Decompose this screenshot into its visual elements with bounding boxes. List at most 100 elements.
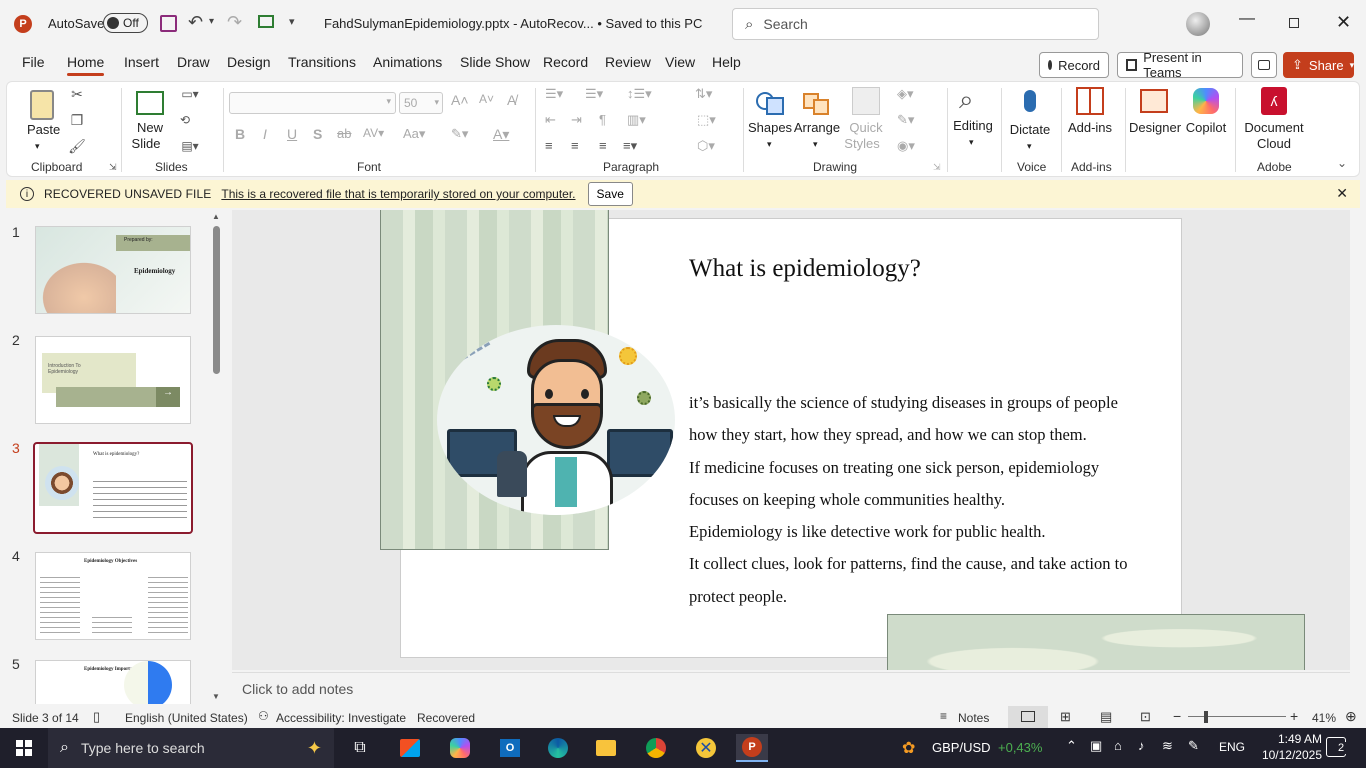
format-painter-icon[interactable]: 🖌	[68, 138, 86, 154]
app-icon[interactable]: ✕	[690, 734, 722, 762]
shapes-dropdown-icon[interactable]: ▾	[767, 136, 772, 152]
currency-pair[interactable]: GBP/USD	[932, 740, 991, 755]
scroll-down-icon[interactable]: ▼	[212, 692, 220, 701]
spelling-icon[interactable]: ▯	[93, 709, 100, 725]
tab-review[interactable]: Review	[605, 54, 651, 70]
change-case-icon[interactable]: Aa▾	[403, 126, 425, 142]
designer-label[interactable]: Designer	[1129, 120, 1181, 136]
slide-thumbnail-5[interactable]: Epidemiology Importance	[35, 660, 191, 704]
new-slide-label-2[interactable]: Slide	[129, 136, 163, 152]
file-explorer-icon[interactable]	[590, 734, 622, 762]
quick-styles-label[interactable]: Quick	[845, 120, 887, 136]
slide-title[interactable]: What is epidemiology?	[689, 255, 921, 283]
editing-label[interactable]: Editing	[951, 118, 995, 134]
volume-icon[interactable]: ♪	[1138, 738, 1145, 753]
reset-icon[interactable]: ⟲	[177, 112, 193, 128]
tab-view[interactable]: View	[665, 54, 695, 70]
increase-font-icon[interactable]: A˄	[451, 92, 469, 108]
scroll-up-icon[interactable]: ▲	[212, 212, 220, 221]
fit-slide-icon[interactable]: ⊕	[1345, 708, 1357, 725]
edge-icon[interactable]	[542, 734, 574, 762]
shape-effects-icon[interactable]: ◉▾	[897, 138, 915, 154]
wifi-icon[interactable]: ≋	[1162, 738, 1173, 754]
cut-icon[interactable]: ✂	[69, 86, 85, 102]
chrome-icon[interactable]	[640, 734, 672, 762]
restore-icon[interactable]	[1289, 18, 1299, 28]
notes-pane[interactable]: Click to add notes	[232, 672, 1350, 704]
font-color-icon[interactable]: A▾	[493, 126, 509, 143]
zoom-in-icon[interactable]: +	[1290, 708, 1298, 724]
italic-icon[interactable]: I	[263, 126, 267, 142]
font-family-select[interactable]: ▾	[229, 92, 396, 114]
decrease-font-icon[interactable]: A˅	[479, 92, 494, 106]
strikethrough-icon[interactable]: ab	[337, 126, 351, 141]
present-in-teams-button[interactable]: Present in Teams	[1117, 50, 1243, 80]
tab-help[interactable]: Help	[712, 54, 741, 70]
align-right-icon[interactable]: ≡	[599, 138, 607, 153]
dictate-label[interactable]: Dictate	[1007, 122, 1053, 138]
quick-styles-icon[interactable]	[851, 86, 881, 116]
slide-sorter-icon[interactable]: ⊞	[1060, 709, 1071, 725]
tab-home[interactable]: Home	[67, 54, 105, 76]
windows-start-icon[interactable]	[8, 734, 40, 762]
slide-thumbnail-3[interactable]: What is epidemiology?	[33, 442, 193, 534]
text-direction-icon[interactable]: ⇅▾	[695, 86, 712, 102]
new-slide-icon[interactable]	[135, 88, 165, 118]
copilot-icon[interactable]	[1191, 86, 1221, 116]
currency-change[interactable]: +0,43%	[998, 740, 1042, 755]
notes-icon[interactable]: ≡	[940, 709, 947, 723]
arrange-label[interactable]: Arrange	[791, 120, 843, 136]
slide-thumbnail-1[interactable]: Prepared by: Epidemiology	[35, 226, 191, 314]
align-center-icon[interactable]: ≡	[571, 138, 579, 153]
save-icon[interactable]	[160, 15, 177, 32]
line-spacing-icon[interactable]: ↕☰▾	[627, 86, 652, 102]
redo-icon[interactable]: ↷	[227, 12, 242, 33]
highlight-icon[interactable]: ✎▾	[451, 126, 468, 142]
zoom-out-icon[interactable]: −	[1173, 708, 1181, 724]
justify-icon[interactable]: ≡▾	[623, 138, 637, 154]
tab-design[interactable]: Design	[227, 54, 271, 70]
collapse-ribbon-icon[interactable]: ⌄	[1337, 156, 1347, 170]
paste-label[interactable]: Paste	[27, 122, 60, 138]
reading-view-icon[interactable]: ▤	[1100, 709, 1112, 725]
thumbnail-scrollbar[interactable]	[213, 226, 220, 374]
undo-dropdown-icon[interactable]: ▾	[209, 16, 214, 27]
copilot-app-icon[interactable]	[444, 734, 476, 762]
taskbar-search[interactable]: ⌕ Type here to search ✦	[48, 728, 334, 768]
tab-transitions[interactable]: Transitions	[288, 54, 356, 70]
shape-fill-icon[interactable]: ◈▾	[897, 86, 914, 102]
tab-file[interactable]: File	[22, 54, 45, 70]
editing-dropdown-icon[interactable]: ▾	[969, 134, 974, 150]
char-spacing-icon[interactable]: AV▾	[363, 126, 384, 140]
clock-time[interactable]: 1:49 AM	[1262, 732, 1322, 746]
language-status[interactable]: English (United States)	[125, 711, 248, 725]
zoom-slider[interactable]	[1188, 716, 1286, 717]
record-button[interactable]: Record	[1039, 52, 1109, 78]
paste-icon[interactable]	[27, 88, 57, 122]
undo-icon[interactable]: ↶	[188, 12, 203, 33]
close-infobar-icon[interactable]: ✕	[1336, 185, 1348, 202]
addins-label[interactable]: Add-ins	[1065, 120, 1115, 136]
dictate-dropdown-icon[interactable]: ▾	[1027, 138, 1032, 154]
comments-button[interactable]	[1251, 52, 1277, 78]
search-box[interactable]: ⌕ Search	[732, 8, 1099, 40]
autosave-toggle[interactable]: Off	[103, 13, 148, 33]
microphone-icon[interactable]	[1021, 86, 1039, 116]
copy-icon[interactable]: ❐	[69, 112, 85, 128]
present-from-start-icon[interactable]	[258, 15, 274, 28]
network-icon[interactable]: ⌂	[1114, 738, 1122, 753]
system-tray-icon[interactable]: ▣	[1090, 738, 1102, 754]
zoom-slider-thumb[interactable]	[1204, 711, 1208, 723]
powerpoint-taskbar-icon[interactable]: P	[736, 734, 768, 762]
arrange-icon[interactable]	[801, 86, 831, 116]
font-size-select[interactable]: 50 ▾	[399, 92, 443, 114]
share-button[interactable]: ⇪ Share ▾	[1283, 52, 1354, 78]
slide-body[interactable]: it’s basically the science of studying d…	[689, 387, 1179, 613]
designer-icon[interactable]	[1139, 86, 1169, 116]
addins-icon[interactable]	[1075, 86, 1105, 116]
accessibility-status[interactable]: Accessibility: Investigate	[276, 711, 406, 725]
clipboard-launcher-icon[interactable]: ⇲	[109, 162, 117, 173]
editing-search-icon[interactable]: ⌕	[959, 84, 974, 116]
store-icon[interactable]	[394, 734, 426, 762]
slide-thumbnail-2[interactable]: Introduction To Epidemiology →	[35, 336, 191, 424]
